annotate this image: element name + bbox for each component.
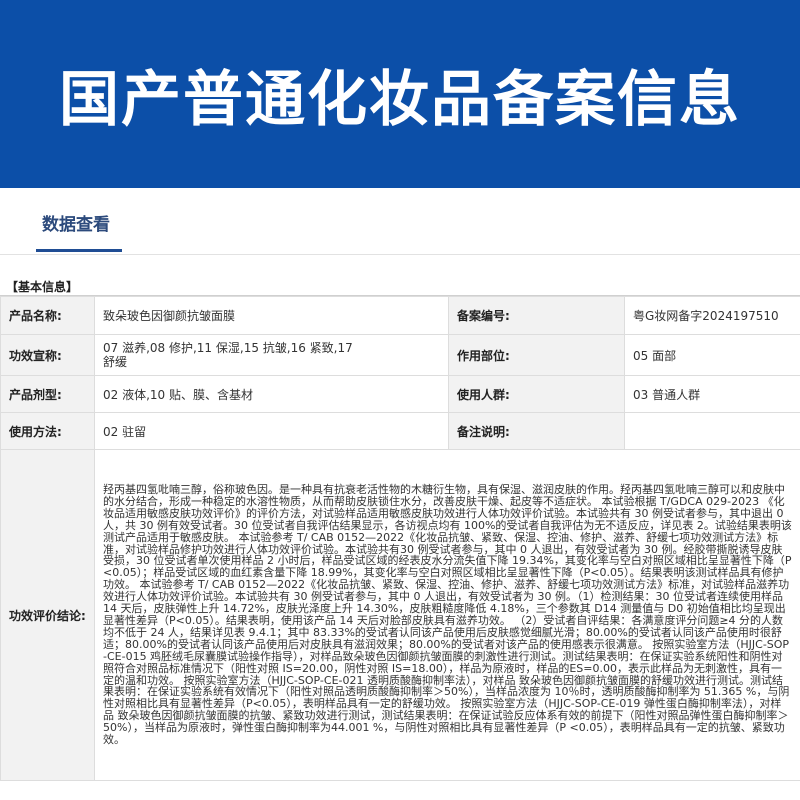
- remarks-label: 备注说明:: [448, 412, 625, 450]
- filing-number-label: 备案编号:: [448, 296, 625, 335]
- usage-method-label: 使用方法:: [0, 412, 95, 450]
- remarks-value: [624, 412, 800, 450]
- target-users-label: 使用人群:: [448, 375, 625, 413]
- efficacy-claim-label: 功效宣称:: [0, 334, 95, 376]
- dosage-form-label: 产品剂型:: [0, 375, 95, 413]
- header-banner: 国产普通化妆品备案信息: [0, 0, 800, 188]
- filing-number-value: 粤G妆网备字2024197510: [624, 296, 800, 335]
- product-info-table: 产品名称: 致朵玻色因御颜抗皱面膜 备案编号: 粤G妆网备字2024197510…: [0, 296, 800, 781]
- product-name-value: 致朵玻色因御颜抗皱面膜: [94, 296, 449, 335]
- product-name-label: 产品名称:: [0, 296, 95, 335]
- table-row: 产品名称: 致朵玻色因御颜抗皱面膜 备案编号: 粤G妆网备字2024197510: [0, 296, 800, 335]
- table-row: 产品剂型: 02 液体,10 贴、膜、含基材 使用人群: 03 普通人群: [0, 375, 800, 413]
- section-title: 【基本信息】: [6, 280, 79, 294]
- efficacy-conclusion-label: 功效评价结论:: [0, 449, 95, 781]
- efficacy-conclusion-value: 羟丙基四氢吡喃三醇，俗称玻色因。是一种具有抗衰老活性物的木糖衍生物，具有保湿、滋…: [94, 449, 800, 781]
- table-row: 功效宣称: 07 滋养,08 修护,11 保湿,15 抗皱,16 紧致,17 舒…: [0, 334, 800, 376]
- table-row: 使用方法: 02 驻留 备注说明:: [0, 412, 800, 450]
- page-title: 国产普通化妆品备案信息: [59, 64, 741, 135]
- tab-data-view[interactable]: 数据查看: [42, 210, 110, 235]
- efficacy-claim-value: 07 滋养,08 修护,11 保湿,15 抗皱,16 紧致,17 舒缓: [94, 334, 449, 376]
- active-tab-indicator: [36, 249, 122, 252]
- basic-info-section-header: 【基本信息】: [0, 274, 800, 296]
- tab-bar: 数据查看: [0, 188, 800, 255]
- table-row: 功效评价结论: 羟丙基四氢吡喃三醇，俗称玻色因。是一种具有抗衰老活性物的木糖衍生…: [0, 449, 800, 781]
- efficacy-conclusion-text: 羟丙基四氢吡喃三醇，俗称玻色因。是一种具有抗衰老活性物的木糖衍生物，具有保湿、滋…: [103, 483, 792, 747]
- dosage-form-value: 02 液体,10 贴、膜、含基材: [94, 375, 449, 413]
- application-area-label: 作用部位:: [448, 334, 625, 376]
- target-users-value: 03 普通人群: [624, 375, 800, 413]
- usage-method-value: 02 驻留: [94, 412, 449, 450]
- application-area-value: 05 面部: [624, 334, 800, 376]
